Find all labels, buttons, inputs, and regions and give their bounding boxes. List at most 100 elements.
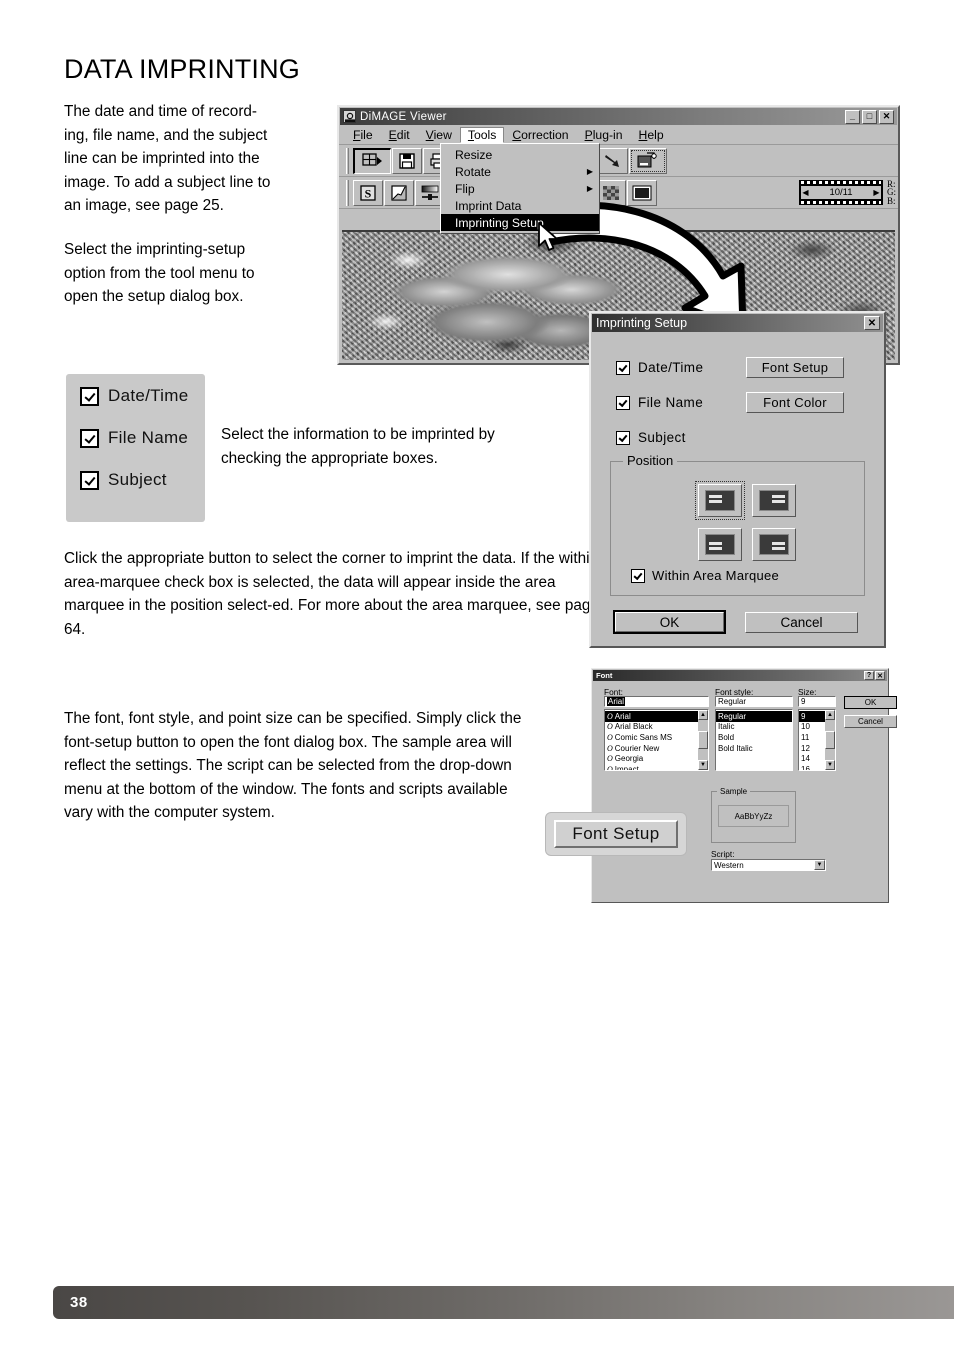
checkbox-date-time[interactable]: Date/Time — [616, 360, 703, 375]
font-color-button[interactable]: Font Color — [746, 392, 844, 413]
font-setup-button[interactable]: Font Setup — [746, 357, 844, 378]
checkbox-within-area-marquee[interactable]: Within Area Marquee — [631, 568, 779, 583]
font-style-input[interactable]: Regular — [715, 696, 793, 707]
position-thumb-top-left — [705, 490, 735, 511]
close-icon[interactable]: ✕ — [875, 671, 885, 680]
menu-help[interactable]: Help — [631, 127, 672, 143]
font-list-scrollbar[interactable]: ▲ ▼ — [698, 710, 708, 770]
menu-file[interactable]: FFileile — [345, 127, 381, 143]
imprint-icon[interactable] — [629, 147, 667, 174]
menu-plugin[interactable]: Plug-in — [577, 127, 631, 143]
maximize-icon[interactable]: □ — [862, 109, 877, 124]
paragraph-font: The font, font style, and point size can… — [64, 710, 522, 821]
minimize-icon[interactable]: _ — [845, 109, 860, 124]
toolbar-row-1 — [339, 145, 898, 177]
next-frame-button[interactable]: ▶ — [872, 186, 881, 199]
font-dialog-titlebar: Font ? ✕ — [593, 670, 887, 681]
style-list-item[interactable]: Italic — [716, 722, 792, 733]
font-list-item[interactable]: O Arial Black — [605, 722, 708, 733]
position-group: Position Within Area Marquee — [610, 453, 865, 596]
callout-checkbox-subject: Subject — [80, 470, 167, 490]
scrollbar-thumb[interactable] — [825, 731, 835, 749]
close-icon[interactable]: ✕ — [879, 109, 894, 124]
callout-checkbox-label: Date/Time — [108, 386, 189, 405]
menu-tools[interactable]: Tools — [459, 127, 505, 143]
font-style-list[interactable]: Regular Italic Bold Bold Italic — [715, 709, 793, 771]
checkbox-file-name[interactable]: File Name — [616, 395, 703, 410]
font-dialog-ok-button[interactable]: OK — [844, 696, 897, 709]
previous-frame-button[interactable]: ◀ — [801, 186, 810, 199]
menu-item-label: Imprint Data — [455, 198, 522, 213]
checkbox-subject[interactable]: Subject — [616, 430, 686, 445]
script-dropdown[interactable]: Western ▼ — [711, 859, 826, 871]
font-list-item[interactable]: O Arial — [605, 711, 708, 722]
opentype-icon: O — [607, 722, 613, 732]
position-thumb-top-right — [759, 490, 789, 511]
callout-checkbox-date-time: Date/Time — [80, 386, 188, 406]
size-input[interactable]: 9 — [798, 696, 836, 707]
scrollbar-thumb[interactable] — [698, 731, 708, 749]
sample-group: Sample AaBbYyZz — [711, 787, 796, 843]
menu-correction[interactable]: Correction — [504, 127, 576, 143]
position-button-bottom-left[interactable] — [698, 528, 742, 561]
position-button-top-right[interactable] — [752, 484, 796, 517]
size-list[interactable]: 9 10 11 12 14 16 18 ▲ ▼ — [798, 709, 836, 771]
scroll-down-icon[interactable]: ▼ — [825, 760, 835, 770]
font-list[interactable]: O Arial O Arial Black O Comic Sans MS O Cour… — [604, 709, 709, 771]
menu-edit[interactable]: Edit — [381, 127, 418, 143]
paragraph-intro: The date and time of record- ing, file n… — [64, 103, 271, 214]
checkbox-checked-icon — [80, 386, 99, 406]
rgb-readout: R: G: B: — [887, 179, 896, 206]
menu-item-imprinting-setup[interactable]: Imprinting Setup — [441, 214, 599, 231]
chevron-down-icon[interactable]: ▼ — [814, 860, 825, 870]
menu-item-resize[interactable]: Resize — [441, 146, 599, 163]
menu-view[interactable]: View — [418, 127, 460, 143]
scroll-up-icon[interactable]: ▲ — [825, 710, 835, 720]
checkbox-label: Subject — [638, 430, 686, 445]
ok-button[interactable]: OK — [613, 610, 726, 634]
position-button-top-left[interactable] — [695, 481, 745, 520]
position-button-bottom-right[interactable] — [752, 528, 796, 561]
opentype-icon: O — [607, 754, 613, 764]
script-value: Western — [714, 860, 744, 870]
viewer-titlebar: DiMAGE Viewer _ □ ✕ — [340, 108, 897, 125]
font-dialog-window-controls: ? ✕ — [864, 671, 885, 680]
font-dialog: Font ? ✕ Font: Arial O Arial O Arial Black… — [591, 668, 897, 903]
imprinting-setup-dialog: Imprinting Setup ✕ Date/Time File Name S… — [589, 311, 886, 648]
menu-item-rotate[interactable]: Rotate ▶ — [441, 163, 599, 180]
font-list-item[interactable]: O Comic Sans MS — [605, 732, 708, 743]
size-list-scrollbar[interactable]: ▲ ▼ — [825, 710, 835, 770]
menu-item-imprint-data[interactable]: Imprint Data — [441, 197, 599, 214]
font-input[interactable]: Arial — [604, 696, 709, 707]
thumbnail-view-icon[interactable] — [353, 147, 391, 174]
close-icon[interactable]: ✕ — [864, 316, 880, 330]
help-icon[interactable]: ? — [864, 671, 874, 680]
style-list-item[interactable]: Regular — [716, 711, 792, 722]
tone-curve-icon[interactable] — [384, 179, 414, 206]
page-footer: 38 — [53, 1286, 954, 1319]
style-list-item[interactable]: Bold Italic — [716, 743, 792, 754]
opentype-icon: O — [607, 732, 613, 742]
menu-item-label: Resize — [455, 147, 493, 162]
font-list-item[interactable]: O Courier New — [605, 743, 708, 754]
sample-label: Sample — [717, 787, 751, 796]
viewer-menubar: FFileile Edit View Tools Correction Plug… — [339, 126, 898, 145]
menu-item-flip[interactable]: Flip ▶ — [441, 180, 599, 197]
font-dialog-cancel-button[interactable]: Cancel — [844, 715, 897, 728]
style-list-item[interactable]: Bold — [716, 732, 792, 743]
paragraph-corner: Click the appropriate button to select t… — [64, 550, 604, 638]
checkbox-label: File Name — [638, 395, 704, 410]
undo-all-icon[interactable] — [598, 147, 628, 174]
save-icon[interactable] — [392, 147, 422, 174]
tools-dropdown-menu: Resize Rotate ▶ Flip ▶ Imprint Data Impr… — [440, 143, 600, 234]
font-list-item[interactable]: O Georgia — [605, 753, 708, 764]
font-list-item[interactable]: O Impact — [605, 764, 708, 770]
checkbox-checked-icon — [80, 428, 99, 448]
position-thumb-bottom-right — [759, 534, 789, 555]
ok-button-label: OK — [615, 612, 724, 632]
font-setup-callout-button[interactable]: Font Setup — [554, 820, 678, 848]
cancel-button[interactable]: Cancel — [745, 612, 858, 633]
scroll-up-icon[interactable]: ▲ — [698, 710, 708, 720]
scroll-down-icon[interactable]: ▼ — [698, 760, 708, 770]
sharpness-icon[interactable]: S — [353, 179, 383, 206]
